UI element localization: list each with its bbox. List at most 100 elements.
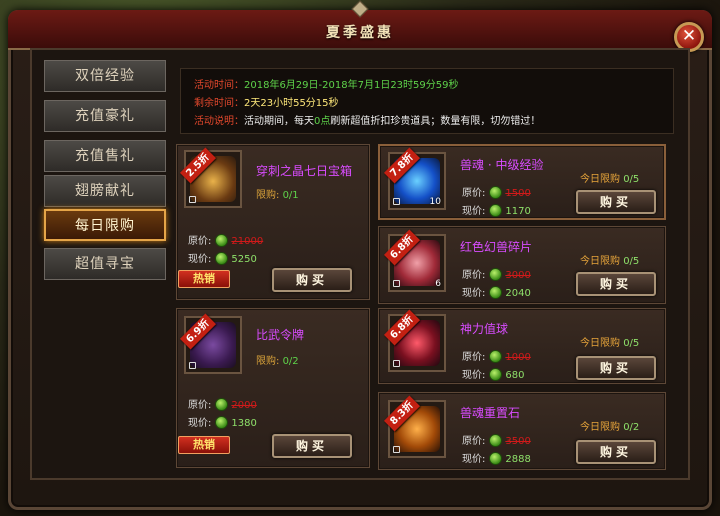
sidebar-item-treasure-hunt[interactable]: 超值寻宝 — [44, 248, 166, 280]
buy-button[interactable]: 购买 — [272, 434, 352, 458]
current-price: 现价: 1170 — [462, 202, 531, 217]
original-price: 原价: 2000 — [188, 396, 257, 411]
daily-limit: 今日限购 0/5 — [580, 252, 639, 267]
daily-limit: 今日限购 0/5 — [580, 334, 639, 349]
daily-limit-label: 今日限购 — [580, 174, 620, 185]
daily-limit-label: 今日限购 — [580, 422, 620, 433]
gem-currency-icon — [489, 204, 503, 217]
daily-limit-value: 0/5 — [623, 174, 640, 185]
cur-price-label: 现价: — [188, 254, 212, 265]
hot-sale-badge: 热销 — [178, 436, 230, 454]
cur-price-label: 现价: — [462, 288, 486, 299]
buy-button[interactable]: 购买 — [272, 268, 352, 292]
orig-price-label: 原价: — [462, 270, 486, 281]
event-desc-highlight: 0点 — [314, 116, 331, 127]
cur-price-label: 现价: — [188, 418, 212, 429]
buy-button[interactable]: 购买 — [576, 272, 656, 296]
sidebar-item-daily-limit[interactable]: 每日限购 — [44, 209, 166, 241]
original-price: 原价: 1000 — [462, 348, 531, 363]
lock-icon — [393, 360, 400, 367]
sidebar-item-wings-gift[interactable]: 翅膀献礼 — [44, 175, 166, 207]
event-time-value: 2018年6月29日-2018年7月1日23时59分59秒 — [244, 80, 459, 91]
sidebar-item-recharge-sale[interactable]: 充值售礼 — [44, 140, 166, 172]
orig-price-label: 原价: — [462, 436, 486, 447]
gem-currency-icon — [215, 234, 229, 247]
current-price: 现价: 680 — [462, 366, 524, 381]
daily-limit-value: 0/5 — [623, 338, 640, 349]
current-price: 现价: 5250 — [188, 250, 257, 265]
daily-limit-value: 0/5 — [623, 256, 640, 267]
orig-price-label: 原价: — [188, 400, 212, 411]
gem-currency-icon — [489, 368, 503, 381]
limit-label: 限购: — [256, 356, 280, 367]
cur-price-value: 2040 — [505, 288, 531, 299]
buy-button[interactable]: 购买 — [576, 190, 656, 214]
item-name: 比武令牌 — [256, 328, 305, 342]
buy-button[interactable]: 购买 — [576, 356, 656, 380]
item-name: 神力值球 — [460, 322, 509, 336]
limit-value: 0/2 — [282, 356, 299, 367]
cur-price-label: 现价: — [462, 370, 486, 381]
purchase-limit: 限购: 0/1 — [256, 186, 299, 201]
gem-currency-icon — [215, 252, 229, 265]
gem-currency-icon — [215, 398, 229, 411]
purchase-limit: 限购: 0/2 — [256, 352, 299, 367]
orig-price-label: 原价: — [188, 236, 212, 247]
hot-sale-badge: 热销 — [178, 270, 230, 288]
event-desc-text-post: 刷新超值折扣珍贵道具；数量有限，切勿错过！ — [330, 116, 541, 127]
orig-price-label: 原价: — [462, 352, 486, 363]
orig-price-value: 21000 — [231, 236, 264, 247]
gem-currency-icon — [489, 350, 503, 363]
orig-price-value: 3000 — [505, 270, 531, 281]
item-name: 红色幻兽碎片 — [460, 240, 533, 254]
cur-price-label: 现价: — [462, 454, 486, 465]
original-price: 原价: 21000 — [188, 232, 263, 247]
buy-button[interactable]: 购买 — [576, 440, 656, 464]
cur-price-value: 5250 — [231, 254, 257, 265]
orig-price-label: 原价: — [462, 188, 486, 199]
event-time-label: 活动时间： — [194, 80, 244, 91]
gem-currency-icon — [215, 416, 229, 429]
item-quantity: 6 — [435, 279, 441, 289]
original-price: 原价: 3000 — [462, 266, 531, 281]
lock-icon — [189, 196, 196, 203]
sidebar-item-double-exp[interactable]: 双倍经验 — [44, 60, 166, 92]
gem-currency-icon — [489, 268, 503, 281]
limit-label: 限购: — [256, 190, 280, 201]
window-title: 夏季盛惠 — [326, 25, 394, 41]
daily-limit: 今日限购 0/5 — [580, 170, 639, 185]
gem-currency-icon — [489, 452, 503, 465]
cur-price-value: 680 — [505, 370, 525, 381]
cur-price-value: 1170 — [505, 206, 531, 217]
item-quantity: 10 — [429, 197, 441, 207]
orig-price-value: 3500 — [505, 436, 531, 447]
item-name: 兽魂 · 中级经验 — [460, 158, 544, 172]
event-desc-label: 活动说明： — [194, 116, 244, 127]
gem-currency-icon — [489, 186, 503, 199]
lock-icon — [393, 198, 400, 205]
daily-limit-value: 0/2 — [623, 422, 640, 433]
lock-icon — [393, 446, 400, 453]
gem-currency-icon — [489, 434, 503, 447]
event-desc-line: 活动说明：活动期间，每天0点刷新超值折扣珍贵道具；数量有限，切勿错过！ — [194, 112, 540, 127]
current-price: 现价: 2888 — [462, 450, 531, 465]
gem-currency-icon — [489, 286, 503, 299]
item-name: 兽魂重置石 — [460, 406, 521, 420]
event-time-line: 活动时间：2018年6月29日-2018年7月1日23时59分59秒 — [194, 76, 459, 91]
original-price: 原价: 3500 — [462, 432, 531, 447]
daily-limit-label: 今日限购 — [580, 256, 620, 267]
remaining-time-line: 剩余时间：2天23小时55分15秒 — [194, 94, 339, 109]
cur-price-value: 2888 — [505, 454, 531, 465]
limit-value: 0/1 — [282, 190, 299, 201]
current-price: 现价: 1380 — [188, 414, 257, 429]
event-desc-text-pre: 活动期间，每天 — [244, 116, 314, 127]
daily-limit: 今日限购 0/2 — [580, 418, 639, 433]
cur-price-value: 1380 — [231, 418, 257, 429]
remaining-time-value: 2天23小时55分15秒 — [244, 98, 339, 109]
orig-price-value: 1500 — [505, 188, 531, 199]
orig-price-value: 2000 — [231, 400, 257, 411]
daily-limit-label: 今日限购 — [580, 338, 620, 349]
item-name: 穿刺之晶七日宝箱 — [256, 164, 353, 178]
sidebar-item-recharge-gift[interactable]: 充值豪礼 — [44, 100, 166, 132]
remaining-time-label: 剩余时间： — [194, 98, 244, 109]
